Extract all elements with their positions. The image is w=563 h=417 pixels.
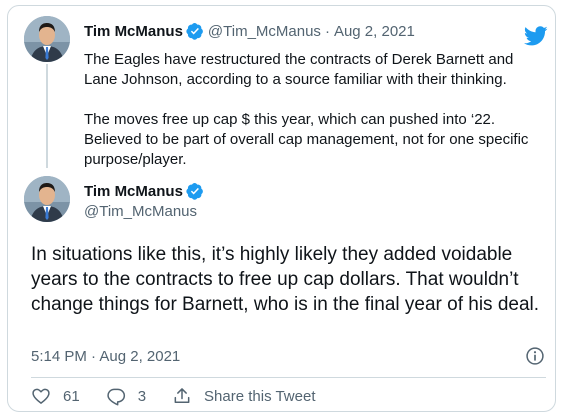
separator-dot: ·	[324, 22, 330, 40]
tweet-author-handle-row: @Tim_McManus	[84, 203, 197, 220]
verified-badge-icon	[186, 183, 203, 200]
share-label: Share this Tweet	[204, 387, 316, 405]
author-handle[interactable]: @Tim_McManus	[84, 203, 197, 220]
action-bar: 61 3 Share this Tweet	[31, 386, 341, 406]
tweet-text: In situations like this, it’s highly lik…	[31, 244, 540, 315]
divider	[31, 377, 546, 378]
author-name[interactable]: Tim McManus	[84, 23, 183, 40]
heart-icon	[32, 388, 50, 404]
twitter-bird-icon[interactable]	[524, 24, 548, 48]
reply-button[interactable]: 3	[106, 386, 146, 406]
quoted-paragraph-1: The Eagles have restructured the contrac…	[84, 51, 514, 88]
tweet-author-name-row: Tim McManus	[84, 182, 204, 200]
verified-badge-icon	[186, 23, 203, 40]
reply-icon	[107, 388, 125, 406]
tweet-date[interactable]: Aug 2, 2021	[334, 23, 415, 40]
quoted-paragraph-2: The moves free up cap $ this year, which…	[84, 111, 529, 168]
avatar-photo	[24, 176, 70, 222]
info-icon[interactable]	[525, 346, 545, 366]
share-icon	[174, 388, 190, 403]
thread-connector-line	[46, 64, 48, 168]
reply-count: 3	[137, 387, 147, 405]
like-count: 61	[63, 387, 80, 405]
avatar[interactable]	[24, 16, 70, 62]
quoted-tweet-text: The Eagles have restructured the contrac…	[84, 50, 542, 170]
author-handle[interactable]: @Tim_McManus	[208, 23, 321, 40]
quoted-tweet-header: Tim McManus @Tim_McManus · Aug 2, 2021	[84, 22, 415, 40]
tweet-timestamp[interactable]: 5:14 PM · Aug 2, 2021	[31, 348, 180, 365]
share-button[interactable]: Share this Tweet	[172, 386, 315, 406]
avatar-photo	[24, 16, 70, 62]
tweet-card: Tim McManus @Tim_McManus · Aug 2, 2021 T…	[7, 5, 556, 412]
author-name[interactable]: Tim McManus	[84, 183, 183, 200]
avatar[interactable]	[24, 176, 70, 222]
like-button[interactable]: 61	[31, 386, 80, 406]
